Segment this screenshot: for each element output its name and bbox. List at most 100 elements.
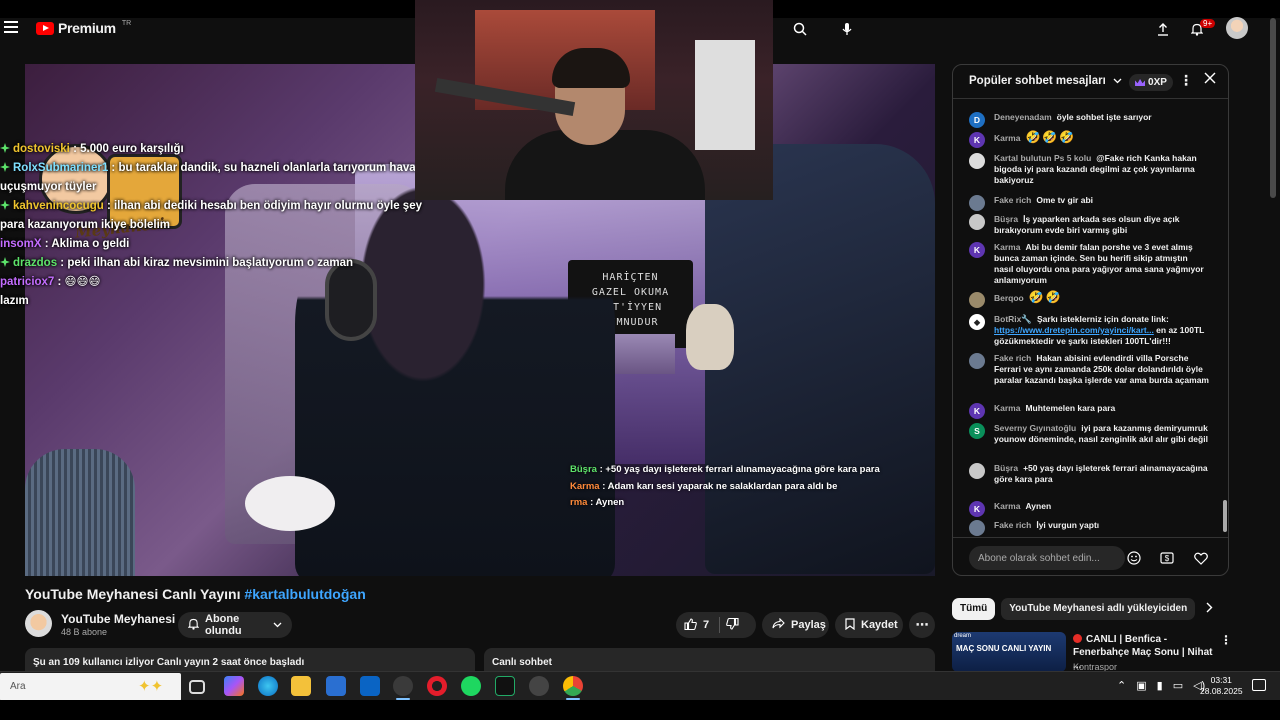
chat-author-name[interactable]: Büşra: [994, 463, 1018, 473]
chat-message[interactable]: D Deneyenadam öyle sohbet işte sarıyor: [969, 112, 1209, 128]
file-explorer-icon[interactable]: [291, 676, 311, 696]
chat-message[interactable]: Berqoo 🤣🤣: [969, 291, 1209, 308]
microphone-tray-icon[interactable]: ▮: [1157, 679, 1163, 692]
more-vertical-icon[interactable]: ⋮: [1220, 633, 1232, 647]
chat-author-name[interactable]: Büşra: [994, 214, 1018, 224]
share-button[interactable]: Paylaş: [762, 612, 829, 638]
chip-all[interactable]: Tümü: [952, 598, 996, 620]
chat-message[interactable]: K Karma Muhtemelen kara para: [969, 403, 1209, 419]
subscribed-button[interactable]: Abone olundu: [178, 612, 292, 638]
dislike-button[interactable]: [726, 617, 739, 633]
live-chat-section[interactable]: Canlı sohbet: [484, 648, 935, 672]
chat-author-avatar[interactable]: K: [969, 501, 985, 517]
youtube-logo[interactable]: Premium TR: [36, 20, 131, 36]
chat-scrollbar[interactable]: [1223, 500, 1227, 532]
chat-author-avatar[interactable]: [969, 520, 985, 536]
chat-message[interactable]: K Karma 🤣🤣🤣: [969, 131, 1209, 148]
chat-message[interactable]: Fake rich İyi vurgun yaptı: [969, 520, 1209, 536]
chat-message[interactable]: Kartal bulutun Ps 5 kolu @Fake rich Kanka…: [969, 153, 1209, 186]
store-icon[interactable]: [326, 676, 346, 696]
recommendation-thumbnail[interactable]: dream MAÇ SONU CANLI YAYIN: [952, 632, 1066, 672]
chat-author-avatar[interactable]: K: [969, 132, 985, 148]
super-chat-icon[interactable]: $: [1156, 547, 1178, 569]
chip-from-uploader[interactable]: YouTube Meyhanesi adlı yükleyiciden: [1001, 598, 1196, 620]
microphone-icon[interactable]: [838, 20, 856, 38]
spotify-icon[interactable]: [461, 676, 481, 696]
channel-avatar[interactable]: [25, 610, 52, 637]
chat-message-list[interactable]: D Deneyenadam öyle sohbet işte sarıyor K Kar…: [953, 100, 1223, 540]
overlay-chat-line: kahvenincocugu : ilhan abi dediki hesabı…: [0, 197, 430, 235]
chat-message[interactable]: Fake rich Ome tv gir abi: [969, 195, 1209, 211]
edge-browser-icon[interactable]: [258, 676, 278, 696]
taskbar-search-label: Ara: [10, 681, 26, 692]
chat-author-avatar[interactable]: S: [969, 423, 985, 439]
terminal-icon[interactable]: [495, 676, 515, 696]
chat-author-avatar[interactable]: K: [969, 403, 985, 419]
chat-message[interactable]: Büşra +50 yaş dayı işleterek ferrari alın…: [969, 463, 1209, 485]
taskbar-search[interactable]: Ara ✦✦: [0, 673, 181, 701]
chat-author-name[interactable]: Karma: [994, 242, 1020, 252]
notification-center-icon[interactable]: [1252, 679, 1266, 691]
more-vertical-icon[interactable]: ⋮: [1179, 72, 1193, 89]
notification-count-badge: 9+: [1200, 19, 1216, 28]
chat-message[interactable]: K Karma Aynen: [969, 501, 1209, 517]
chat-input[interactable]: [969, 546, 1125, 570]
chat-author-name[interactable]: Fake rich: [994, 520, 1031, 530]
chat-author-name[interactable]: Kartal bulutun Ps 5 kolu: [994, 153, 1091, 163]
chat-author-avatar[interactable]: [969, 463, 985, 479]
chat-author-avatar[interactable]: [969, 353, 985, 369]
chat-message-link[interactable]: https://www.dretepin.com/yayinci/kart...: [994, 325, 1154, 335]
chat-mode-dropdown[interactable]: Popüler sohbet mesajları: [969, 75, 1122, 87]
chevron-down-icon: [1113, 75, 1122, 87]
chrome-browser-icon[interactable]: [563, 676, 583, 696]
chat-message[interactable]: K Karma Abi bu demir falan porshe ve 3 eve…: [969, 242, 1209, 286]
copilot-icon[interactable]: [224, 676, 244, 696]
close-icon[interactable]: [1203, 69, 1217, 90]
channel-name[interactable]: YouTube Meyhanesi: [61, 612, 175, 626]
network-icon[interactable]: ▭: [1173, 679, 1183, 692]
media-app-icon[interactable]: [529, 676, 549, 696]
chat-author-name[interactable]: Severny Gıyınatoğlu: [994, 423, 1076, 433]
xp-badge[interactable]: 0XP: [1129, 74, 1173, 91]
chat-author-avatar[interactable]: [969, 153, 985, 169]
chat-author-name[interactable]: Deneyenadam: [994, 112, 1052, 122]
more-actions-button[interactable]: ⋯: [909, 612, 935, 638]
chevron-up-icon[interactable]: ⌃: [1117, 679, 1126, 692]
chat-author-name[interactable]: Berqoo: [994, 293, 1024, 303]
description-box[interactable]: Şu an 109 kullanıcı izliyor Canlı yayın …: [25, 648, 475, 672]
search-icon[interactable]: [791, 20, 809, 38]
upload-icon[interactable]: [1154, 20, 1172, 38]
chevron-right-icon[interactable]: [1206, 602, 1213, 616]
opera-browser-icon[interactable]: [427, 676, 447, 696]
chat-message[interactable]: S Severny Gıyınatoğlu iyi para kazanmış de…: [969, 423, 1209, 445]
chat-author-avatar[interactable]: [969, 214, 985, 230]
chat-author-name[interactable]: Karma: [994, 133, 1020, 143]
save-button[interactable]: Kaydet: [835, 612, 903, 638]
clock[interactable]: 03:31 28.08.2025: [1200, 675, 1243, 697]
page-scrollbar[interactable]: [1270, 18, 1276, 198]
chat-message[interactable]: ◆ BotRix🔧 Şarkı isteklerniz için donate li…: [969, 314, 1209, 347]
chat-author-name[interactable]: Fake rich: [994, 195, 1031, 205]
chat-message[interactable]: Büşra İş yaparken arkada ses olsun diye a…: [969, 214, 1209, 236]
menu-icon[interactable]: [4, 21, 18, 33]
chat-author-name[interactable]: Karma: [994, 501, 1020, 511]
chat-author-name[interactable]: Karma: [994, 403, 1020, 413]
chat-author-avatar[interactable]: [969, 195, 985, 211]
chat-message-body: Karma 🤣🤣🤣: [994, 131, 1076, 148]
recording-app-icon[interactable]: [393, 676, 413, 696]
chat-author-avatar[interactable]: [969, 292, 985, 308]
chat-author-avatar[interactable]: D: [969, 112, 985, 128]
emoji-icon[interactable]: [1123, 547, 1145, 569]
chat-author-avatar[interactable]: ◆: [969, 314, 985, 330]
chat-author-name[interactable]: Fake rich: [994, 353, 1031, 363]
chat-message[interactable]: Fake rich Hakan abisini evlendirdi villa …: [969, 353, 1209, 386]
outlook-icon[interactable]: [360, 676, 380, 696]
like-button[interactable]: 7: [684, 617, 709, 633]
heart-icon[interactable]: [1190, 547, 1212, 569]
chat-author-avatar[interactable]: K: [969, 242, 985, 258]
chat-author-name[interactable]: BotRix🔧: [994, 314, 1032, 324]
tray-app-icon[interactable]: ▣: [1136, 679, 1146, 692]
video-hashtag[interactable]: #kartalbulutdoğan: [244, 586, 365, 602]
account-avatar[interactable]: [1226, 17, 1248, 39]
task-view-icon[interactable]: [189, 680, 205, 694]
